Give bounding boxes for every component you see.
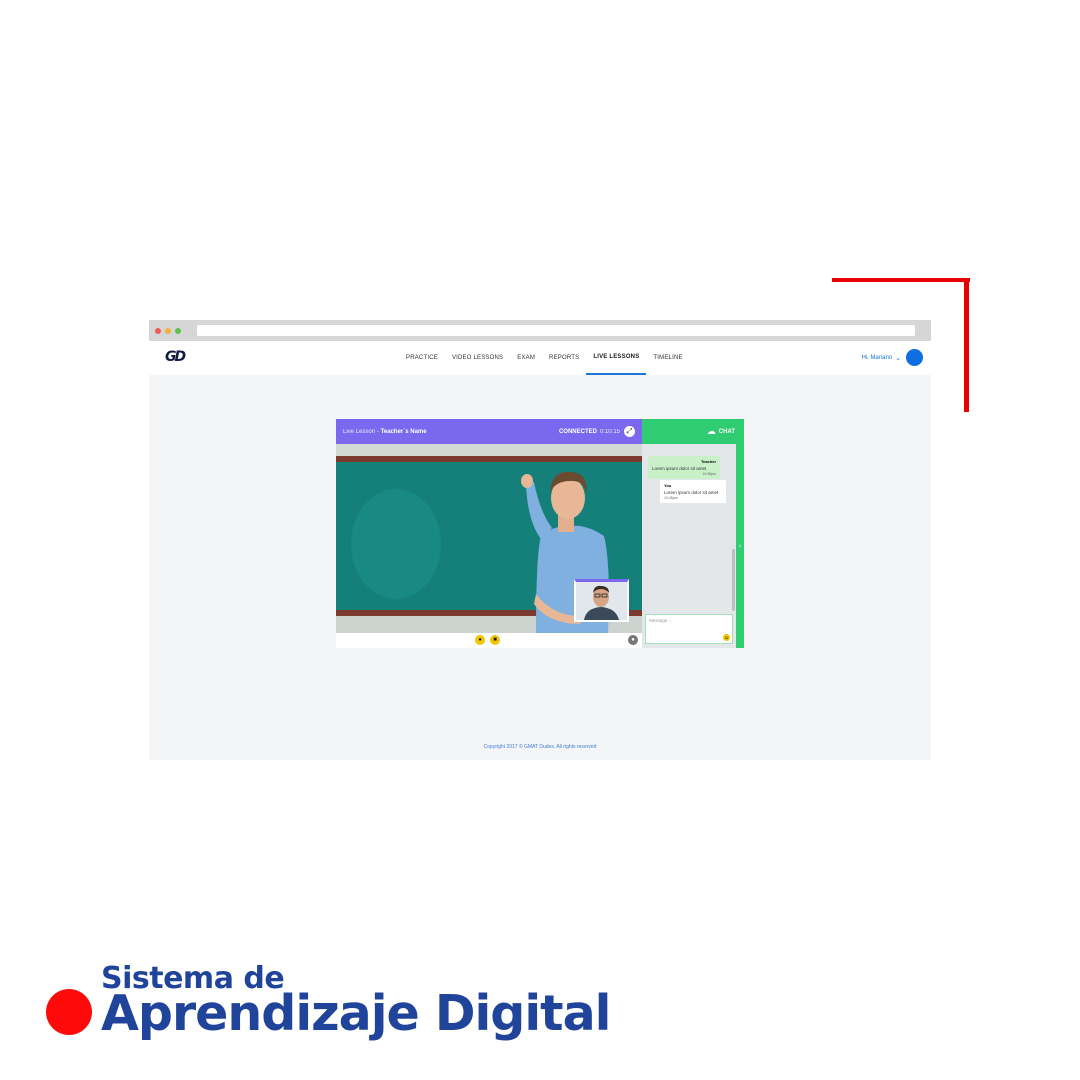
connection-status: CONNECTED [558, 428, 597, 435]
heading-line-2: Aprendizaje Digital [101, 985, 611, 1042]
chat-message: Teacher Lorem ipsum dolor sit amet 10:45… [648, 456, 720, 479]
chat-bubble-icon[interactable]: ● [628, 635, 638, 645]
nav-item-live-lessons[interactable]: LIVE LESSONS [586, 341, 647, 375]
user-menu[interactable]: Hi, Mariano ⌄ [861, 349, 923, 366]
footer-copyright: Copyright 2017 © GMAT Dudes. All rights … [483, 744, 597, 750]
chat-icon: ☁ [706, 426, 716, 436]
chat-body: Teacher Lorem ipsum dolor sit amet 10:45… [642, 444, 736, 648]
chevron-down-icon: ⌄ [895, 354, 901, 362]
student-video-pip[interactable] [574, 579, 629, 622]
nav-item-practice[interactable]: PRACTICE [399, 341, 445, 375]
main-nav: PRACTICE VIDEO LESSONS EXAM REPORTS LIVE… [399, 341, 690, 375]
chat-collapse-toggle[interactable]: ‹ [736, 444, 744, 648]
message-text: Lorem ipsum dolor sit amet [652, 466, 707, 471]
window-minimize-icon[interactable] [165, 327, 171, 334]
microphone-icon[interactable]: ● [475, 635, 485, 645]
emoji-icon[interactable]: ☺ [723, 634, 730, 641]
message-sender: Teacher [700, 459, 716, 464]
browser-chrome [149, 320, 931, 341]
nav-item-exam[interactable]: EXAM [510, 341, 542, 375]
message-input[interactable]: Message... ☺ [645, 614, 733, 644]
chat-scrollbar[interactable] [732, 549, 735, 611]
decorative-red-dot [46, 989, 92, 1035]
user-greeting: Hi, Mariano [861, 354, 893, 361]
app-logo[interactable]: GD [165, 349, 186, 365]
decorative-bracket-horizontal [832, 278, 970, 282]
nav-item-video-lessons[interactable]: VIDEO LESSONS [445, 341, 510, 375]
nav-item-timeline[interactable]: TIMELINE [646, 341, 689, 375]
student-video-image [576, 582, 627, 620]
video-header: Live Lesson - Teacher´s Name CONNECTED 0… [336, 419, 642, 444]
decorative-bracket-vertical [964, 278, 969, 412]
window-close-icon[interactable] [155, 327, 161, 334]
expand-icon[interactable]: ⤢ [624, 426, 635, 437]
lesson-title-prefix: Live Lesson - [343, 428, 379, 435]
chevron-left-icon: ‹ [738, 542, 742, 550]
avatar[interactable] [906, 349, 923, 366]
address-bar[interactable] [197, 325, 915, 336]
chat-header: ☁ CHAT [642, 419, 744, 444]
camera-icon[interactable]: ■ [490, 635, 500, 645]
message-time: 10:45pm [664, 496, 678, 500]
message-sender: You [664, 483, 672, 488]
teacher-name: Teacher´s Name [380, 428, 427, 435]
message-time: 10:45pm [702, 472, 716, 476]
nav-item-reports[interactable]: REPORTS [542, 341, 586, 375]
live-lesson-panel: Live Lesson - Teacher´s Name CONNECTED 0… [336, 419, 744, 648]
chat-message: You Lorem ipsum dolor sit amet 10:45pm [660, 480, 726, 503]
video-controls: ● ■ ● [336, 633, 642, 648]
elapsed-time: 0:10:15 [599, 428, 620, 435]
browser-window: GD PRACTICE VIDEO LESSONS EXAM REPORTS L… [149, 320, 931, 760]
chat-title: CHAT [718, 428, 735, 435]
window-maximize-icon[interactable] [175, 327, 181, 334]
message-placeholder: Message... [649, 618, 672, 623]
top-navbar: GD PRACTICE VIDEO LESSONS EXAM REPORTS L… [149, 341, 931, 375]
message-text: Lorem ipsum dolor sit amet [664, 490, 719, 495]
